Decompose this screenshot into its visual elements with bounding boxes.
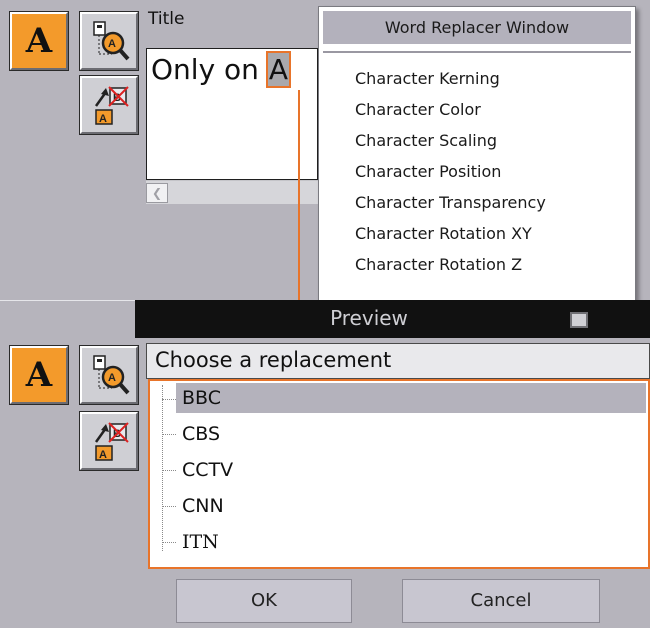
menu-separator	[323, 51, 631, 53]
tree-branch	[162, 399, 176, 400]
menu-item-transparency[interactable]: Character Transparency	[319, 187, 635, 218]
svg-text:A: A	[99, 113, 107, 125]
text-tool-button-2[interactable]: A	[9, 345, 69, 405]
search-replace-button[interactable]: A	[79, 11, 139, 71]
replace-text-icon: A B	[94, 422, 129, 461]
replacement-list[interactable]: BBC CBS CCTV CNN ITN	[148, 379, 650, 569]
editor-text: Only on A	[151, 51, 291, 88]
context-menu: Word Replacer Window Character Kerning C…	[318, 6, 636, 304]
title-label: Title	[148, 9, 185, 29]
text-tool-icon: A	[25, 355, 53, 395]
preview-bar: Preview	[135, 300, 603, 338]
tree-branch	[162, 434, 176, 435]
preview-bar-left	[0, 300, 135, 338]
tree-branch	[162, 542, 176, 543]
menu-item-position[interactable]: Character Position	[319, 156, 635, 187]
replace-text-button[interactable]: A B	[79, 75, 139, 135]
title-editor[interactable]: Only on A	[146, 48, 318, 180]
menu-item-kerning[interactable]: Character Kerning	[319, 63, 635, 94]
preview-title: Preview	[330, 306, 408, 330]
svg-text:A: A	[108, 372, 116, 384]
search-replace-button-2[interactable]: A	[79, 345, 139, 405]
highlighted-word[interactable]: A	[265, 51, 291, 88]
search-replace-icon: A	[93, 355, 130, 395]
tree-branch	[162, 470, 176, 471]
search-replace-icon: A	[93, 21, 130, 61]
list-item-cctv[interactable]: CCTV	[176, 455, 646, 485]
ok-button[interactable]: OK	[176, 579, 352, 623]
replace-text-icon: A B	[94, 86, 129, 125]
text-tool-icon: A	[25, 21, 53, 61]
editor-text-prefix: Only on	[151, 53, 268, 86]
menu-header-word-replacer[interactable]: Word Replacer Window	[323, 11, 631, 44]
choose-replacement-header: Choose a replacement	[146, 343, 650, 379]
horizontal-scrollbar[interactable]: ❮	[146, 180, 318, 204]
preview-maximize-button[interactable]	[570, 312, 588, 328]
list-item-bbc[interactable]: BBC	[176, 383, 646, 413]
menu-item-scaling[interactable]: Character Scaling	[319, 125, 635, 156]
preview-bar-right	[603, 300, 650, 338]
menu-items: Character Kerning Character Color Charac…	[319, 63, 635, 280]
menu-item-rotation-xy[interactable]: Character Rotation XY	[319, 218, 635, 249]
tree-line	[162, 385, 163, 551]
tree-branch	[162, 506, 176, 507]
svg-text:A: A	[108, 38, 116, 50]
cancel-button[interactable]: Cancel	[402, 579, 600, 623]
menu-item-rotation-z[interactable]: Character Rotation Z	[319, 249, 635, 280]
svg-text:A: A	[99, 449, 107, 461]
scroll-left-button[interactable]: ❮	[146, 183, 168, 203]
list-item-itn[interactable]: ITN	[176, 527, 646, 557]
replace-text-button-2[interactable]: A B	[79, 411, 139, 471]
list-item-cbs[interactable]: CBS	[176, 419, 646, 449]
chevron-left-icon: ❮	[151, 186, 163, 200]
list-item-cnn[interactable]: CNN	[176, 491, 646, 521]
text-tool-button[interactable]: A	[9, 11, 69, 71]
menu-item-color[interactable]: Character Color	[319, 94, 635, 125]
